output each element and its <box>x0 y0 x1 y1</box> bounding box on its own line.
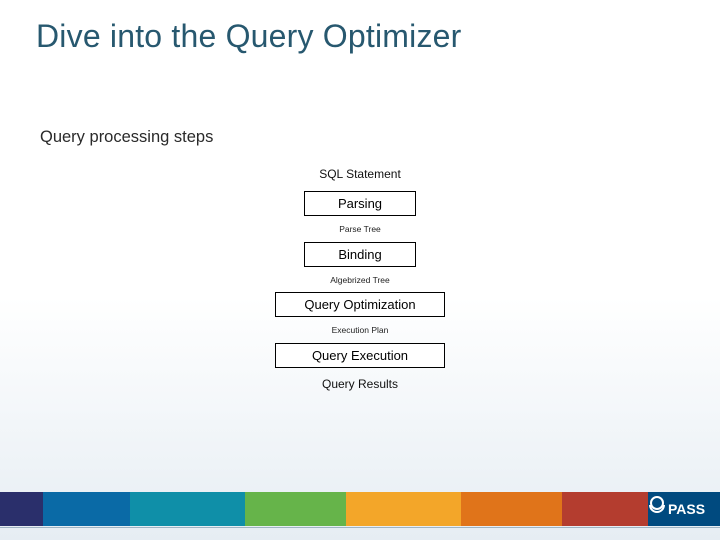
diagram-box-query-optimization: Query Optimization <box>275 292 445 317</box>
footer-stripe <box>0 492 720 526</box>
diagram-box-parsing: Parsing <box>304 191 416 216</box>
stripe-segment <box>461 492 562 526</box>
diagram-box-query-execution: Query Execution <box>275 343 445 368</box>
stripe-segment <box>43 492 129 526</box>
diagram-start-label: SQL Statement <box>319 168 401 181</box>
footer-rule <box>0 527 720 528</box>
flow-diagram: SQL Statement Parsing Parse Tree Binding… <box>248 168 472 391</box>
pass-logo-icon: PASS <box>646 492 708 530</box>
stripe-segment <box>130 492 245 526</box>
diagram-edge-label: Parse Tree <box>339 225 381 234</box>
diagram-edge-label: Execution Plan <box>332 326 389 335</box>
stripe-segment <box>562 492 648 526</box>
stripe-segment <box>346 492 461 526</box>
slide: Dive into the Query Optimizer Query proc… <box>0 0 720 540</box>
stripe-segment <box>245 492 346 526</box>
diagram-edge-label: Algebrized Tree <box>330 276 390 285</box>
slide-subtitle: Query processing steps <box>40 128 213 147</box>
slide-title: Dive into the Query Optimizer <box>36 18 462 55</box>
diagram-box-binding: Binding <box>304 242 416 267</box>
stripe-segment <box>0 492 43 526</box>
logo-text: PASS <box>668 501 705 517</box>
diagram-end-label: Query Results <box>322 378 398 391</box>
